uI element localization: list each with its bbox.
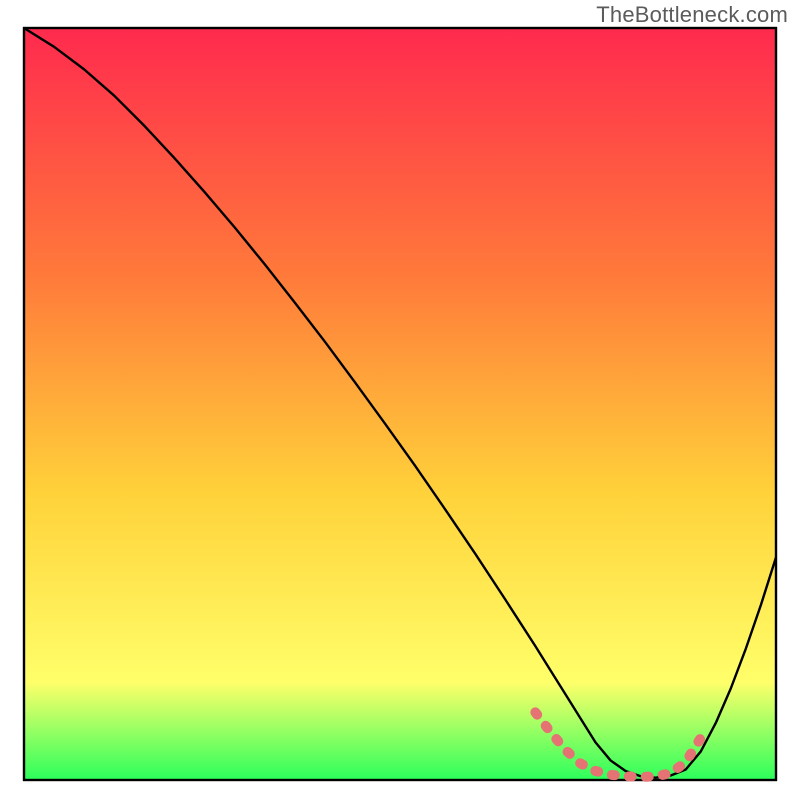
chart-container: TheBottleneck.com [0, 0, 800, 800]
chart-plot [0, 0, 800, 800]
plot-background [24, 28, 776, 780]
watermark-text: TheBottleneck.com [596, 2, 788, 28]
